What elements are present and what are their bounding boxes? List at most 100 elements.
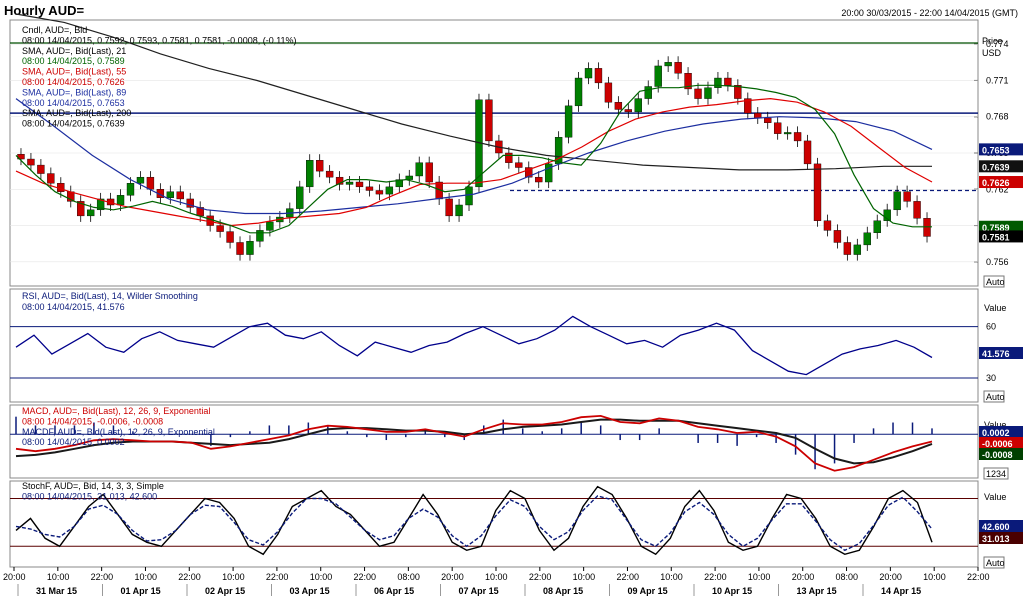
candle-body bbox=[843, 242, 852, 255]
x-date-label: 31 Mar 15 bbox=[36, 586, 77, 596]
stoch-axis-title: Value bbox=[984, 492, 1006, 502]
rsi-axis-title: Value bbox=[984, 303, 1006, 313]
candle-body bbox=[515, 162, 523, 168]
x-time-label: 22:00 bbox=[354, 572, 377, 582]
x-time-label: 10:00 bbox=[748, 572, 771, 582]
price-value-tag: 0.7626 bbox=[982, 178, 1010, 188]
x-time-label: 08:00 bbox=[836, 572, 859, 582]
x-time-label: 22:00 bbox=[967, 572, 990, 582]
candle-body bbox=[574, 77, 583, 107]
x-date-label: 06 Apr 15 bbox=[374, 586, 414, 596]
x-time-label: 10:00 bbox=[485, 572, 508, 582]
candle-body bbox=[136, 176, 145, 184]
x-time-label: 10:00 bbox=[573, 572, 596, 582]
rsi-legend-line: 08:00 14/04/2015, 41.576 bbox=[22, 302, 125, 312]
candle-body bbox=[634, 98, 642, 113]
candle-body bbox=[256, 230, 264, 242]
macd-value-tag: -0.0008 bbox=[982, 450, 1013, 460]
rsi-value-tag: 41.576 bbox=[982, 349, 1010, 359]
x-date-label: 01 Apr 15 bbox=[121, 586, 161, 596]
candle-body bbox=[345, 181, 354, 185]
candle-body bbox=[405, 175, 413, 180]
candle-body bbox=[116, 195, 125, 206]
candle-body bbox=[425, 162, 433, 183]
price-axis-unit: USD bbox=[982, 48, 1002, 58]
candle-body bbox=[764, 117, 772, 123]
candle-body bbox=[465, 186, 473, 206]
x-time-label: 22:00 bbox=[178, 572, 201, 582]
x-time-label: 22:00 bbox=[266, 572, 289, 582]
candle-body bbox=[793, 132, 802, 142]
candle-body bbox=[236, 242, 244, 255]
candle-body bbox=[803, 140, 812, 165]
candle-body bbox=[654, 65, 662, 87]
candle-body bbox=[714, 77, 722, 88]
x-time-label: 22:00 bbox=[704, 572, 727, 582]
candle-body bbox=[863, 232, 871, 246]
candle-body bbox=[176, 191, 184, 200]
x-date-label: 03 Apr 15 bbox=[290, 586, 330, 596]
candle-body bbox=[365, 186, 374, 191]
candle-body bbox=[873, 220, 881, 234]
candle-body bbox=[126, 183, 135, 196]
candle-body bbox=[306, 160, 314, 188]
candle-body bbox=[47, 173, 55, 184]
candle-body bbox=[813, 163, 822, 221]
price-auto-button: Auto bbox=[986, 277, 1005, 287]
price-legend-line: Cndl, AUD=, Bid bbox=[22, 25, 87, 35]
candle-body bbox=[216, 225, 224, 232]
macd-scale-label: 1234 bbox=[986, 469, 1006, 479]
candle-body bbox=[893, 191, 901, 211]
macd-legend-line: 08:00 14/04/2015, -0.0006, -0.0008 bbox=[22, 416, 163, 426]
candle-body bbox=[455, 204, 463, 217]
candle-body bbox=[564, 105, 573, 138]
x-date-label: 13 Apr 15 bbox=[797, 586, 837, 596]
candle-body bbox=[903, 191, 911, 202]
x-time-label: 10:00 bbox=[660, 572, 683, 582]
price-legend-line: 08:00 14/04/2015, 0.7653 bbox=[22, 98, 125, 108]
stoch-legend-line: StochF, AUD=, Bid, 14, 3, 3, Simple bbox=[22, 481, 164, 491]
candle-body bbox=[783, 132, 792, 135]
price-value-tag: 0.7639 bbox=[982, 162, 1010, 172]
candle-body bbox=[833, 230, 842, 243]
x-date-label: 02 Apr 15 bbox=[205, 586, 245, 596]
candle-body bbox=[296, 186, 304, 209]
price-legend-line: 08:00 14/04/2015, 0.7626 bbox=[22, 77, 125, 87]
candle-body bbox=[385, 186, 394, 195]
x-time-label: 20:00 bbox=[879, 572, 902, 582]
price-legend-line: 08:00 14/04/2015, 0.7592, 0.7593, 0.7581… bbox=[22, 35, 297, 45]
x-time-label: 22:00 bbox=[616, 572, 639, 582]
rsi-tick-label: 60 bbox=[986, 322, 996, 332]
candle-body bbox=[584, 68, 593, 79]
candle-body bbox=[375, 190, 384, 195]
candle-body bbox=[853, 244, 862, 255]
candle-body bbox=[644, 86, 652, 99]
price-legend-line: SMA, AUD=, Bid(Last), 89 bbox=[22, 87, 126, 97]
candle-body bbox=[325, 170, 334, 178]
x-time-label: 10:00 bbox=[134, 572, 157, 582]
price-tick-label: 0.771 bbox=[986, 75, 1009, 85]
candle-body bbox=[166, 191, 175, 198]
rsi-legend-line: RSI, AUD=, Bid(Last), 14, Wilder Smoothi… bbox=[22, 291, 198, 301]
macd-legend-line: 08:00 14/04/2015, 0.0002 bbox=[22, 437, 125, 447]
candle-body bbox=[415, 162, 423, 177]
x-time-label: 20:00 bbox=[3, 572, 26, 582]
candle-body bbox=[614, 102, 623, 110]
candle-body bbox=[594, 68, 603, 84]
macd-value-tag: -0.0006 bbox=[982, 439, 1013, 449]
x-time-label: 10:00 bbox=[310, 572, 333, 582]
candle-body bbox=[724, 77, 732, 86]
candle-body bbox=[604, 82, 613, 103]
candle-body bbox=[694, 88, 702, 99]
macd-value-tag: 0.0002 bbox=[982, 428, 1010, 438]
x-date-label: 10 Apr 15 bbox=[712, 586, 752, 596]
x-time-label: 08:00 bbox=[397, 572, 420, 582]
candle-body bbox=[246, 241, 254, 255]
price-legend-line: 08:00 14/04/2015, 0.7639 bbox=[22, 119, 125, 129]
x-date-label: 08 Apr 15 bbox=[543, 586, 583, 596]
price-tick-label: 0.768 bbox=[986, 112, 1009, 122]
chart-canvas[interactable]: 0.7740.7710.7680.7650.7620.7590.756Price… bbox=[0, 0, 1024, 610]
candle-body bbox=[266, 221, 274, 231]
price-value-tag: 0.7581 bbox=[982, 232, 1010, 242]
candle-body bbox=[913, 201, 921, 219]
